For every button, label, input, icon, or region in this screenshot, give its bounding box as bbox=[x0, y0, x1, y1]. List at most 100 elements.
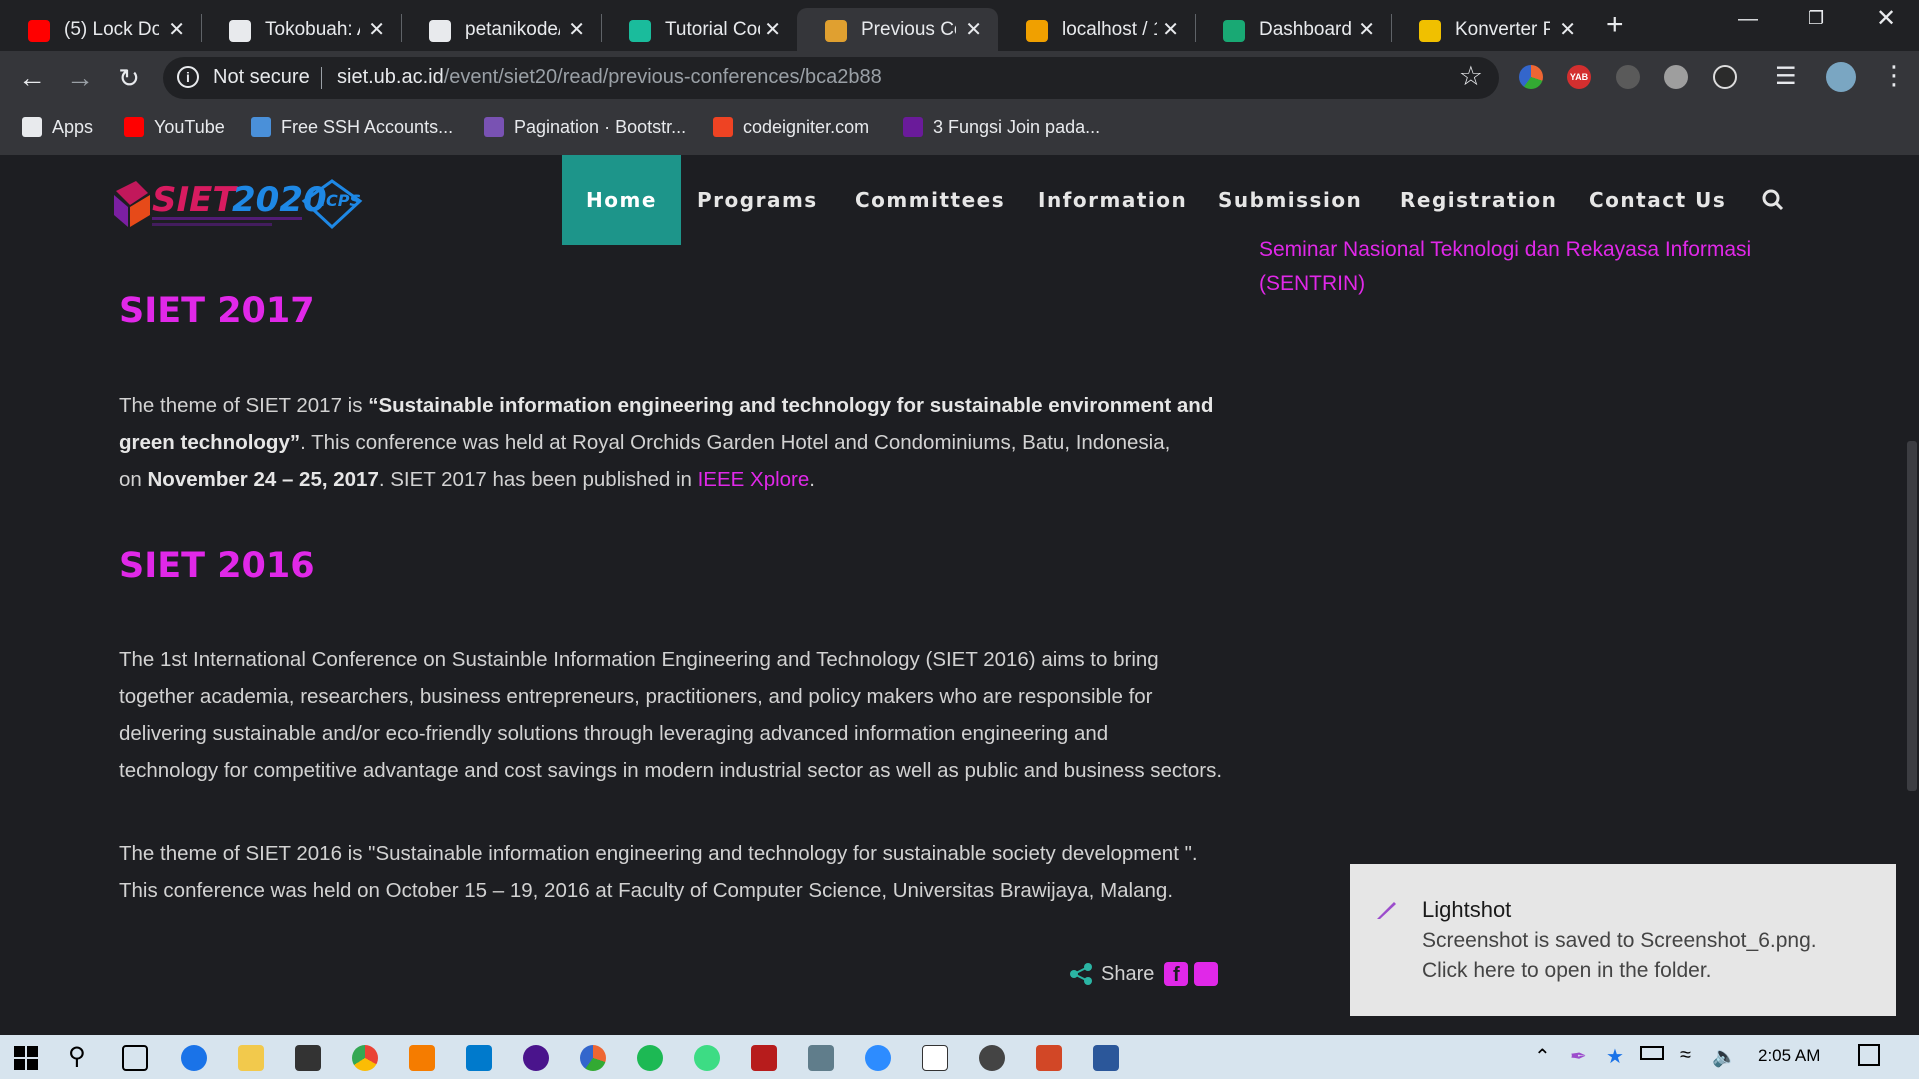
bookmark-item[interactable]: Free SSH Accounts... bbox=[251, 114, 453, 140]
extension-icon[interactable] bbox=[1616, 65, 1640, 89]
restore-button[interactable]: ❐ bbox=[1808, 8, 1824, 29]
profile-avatar[interactable] bbox=[1826, 62, 1856, 92]
wifi-icon[interactable]: ≈ bbox=[1680, 1044, 1691, 1067]
browser-tab[interactable]: Tokobuah: A ✕ bbox=[201, 8, 401, 51]
tab-title: Konverter PD bbox=[1455, 19, 1550, 40]
minimize-button[interactable]: — bbox=[1738, 8, 1758, 31]
vscode-icon[interactable] bbox=[466, 1045, 492, 1071]
battery-icon[interactable] bbox=[1640, 1046, 1664, 1060]
zoom-icon[interactable] bbox=[865, 1045, 891, 1071]
nav-contact-us[interactable]: Contact Us bbox=[1589, 155, 1726, 245]
xampp-icon[interactable] bbox=[409, 1045, 435, 1071]
nav-registration[interactable]: Registration bbox=[1400, 155, 1557, 245]
settings-icon[interactable] bbox=[979, 1045, 1005, 1071]
android-studio-icon[interactable] bbox=[694, 1045, 720, 1071]
bookmark-item[interactable]: YouTube bbox=[124, 114, 225, 140]
back-button[interactable]: ← bbox=[14, 60, 50, 96]
browser-tab[interactable]: localhost / 1 ✕ bbox=[998, 8, 1195, 51]
bookmark-item[interactable]: Pagination · Bootstr... bbox=[484, 114, 686, 140]
bookmark-item[interactable]: 3 Fungsi Join pada... bbox=[903, 114, 1100, 140]
text-line: together academia, researchers, business… bbox=[119, 685, 1153, 708]
info-icon[interactable]: i bbox=[177, 66, 199, 88]
sidebar-link-sentrin[interactable]: Seminar Nasional Teknologi dan Rekayasa … bbox=[1259, 238, 1751, 262]
bookmark-item[interactable]: codeigniter.com bbox=[713, 114, 869, 140]
close-window-button[interactable]: ✕ bbox=[1876, 4, 1896, 33]
edge-icon[interactable] bbox=[181, 1045, 207, 1071]
chevron-up-icon[interactable]: ⌃ bbox=[1534, 1044, 1551, 1069]
siet-logo[interactable]: SIET 2020 ICPS bbox=[108, 171, 398, 233]
close-tab-icon[interactable]: ✕ bbox=[568, 17, 585, 42]
tab-title: petanikode/ bbox=[465, 19, 560, 40]
bluetooth-icon[interactable]: ★ bbox=[1606, 1044, 1624, 1069]
browser-tab[interactable]: Dashboard ✕ bbox=[1195, 8, 1391, 51]
github-icon bbox=[429, 20, 451, 42]
media-control-icon[interactable]: ☰ bbox=[1775, 62, 1797, 91]
close-tab-icon[interactable]: ✕ bbox=[1162, 17, 1179, 42]
extension-icon[interactable] bbox=[1713, 65, 1737, 89]
bookmark-item[interactable]: Apps bbox=[22, 114, 93, 140]
lightshot-notification[interactable]: Lightshot Screenshot is saved to Screens… bbox=[1350, 864, 1896, 1016]
share-bar: Share f bbox=[1069, 962, 1219, 986]
store-icon[interactable] bbox=[295, 1045, 321, 1071]
paragraph-siet-2016-intro: The 1st International Conference on Sust… bbox=[119, 641, 1239, 789]
browser-tab[interactable]: Previous Cor ✕ bbox=[797, 8, 998, 51]
clock[interactable]: 2:05 AM bbox=[1758, 1046, 1820, 1066]
search-icon[interactable]: ⚲ bbox=[68, 1042, 86, 1071]
codeigniter-icon bbox=[713, 117, 733, 137]
lightshot-tray-icon[interactable]: ✒ bbox=[1570, 1044, 1587, 1069]
text-line: This conference was held on October 15 –… bbox=[119, 879, 1174, 902]
nav-submission[interactable]: Submission bbox=[1218, 155, 1362, 245]
twitter-icon[interactable] bbox=[1194, 962, 1219, 986]
new-tab-button[interactable]: + bbox=[1606, 8, 1624, 42]
close-tab-icon[interactable]: ✕ bbox=[1559, 17, 1576, 42]
app-icon[interactable] bbox=[922, 1045, 948, 1071]
tab-title: localhost / 1 bbox=[1062, 19, 1157, 40]
close-tab-icon[interactable]: ✕ bbox=[965, 17, 982, 42]
file-explorer-icon[interactable] bbox=[238, 1045, 264, 1071]
taskbar bbox=[0, 1035, 1919, 1079]
notification-center-icon[interactable] bbox=[1858, 1044, 1880, 1066]
reload-button[interactable]: ↻ bbox=[111, 60, 147, 96]
app-icon[interactable] bbox=[580, 1045, 606, 1071]
spotify-icon[interactable] bbox=[637, 1045, 663, 1071]
nav-committees[interactable]: Committees bbox=[855, 155, 1005, 245]
chrome-icon[interactable] bbox=[352, 1045, 378, 1071]
text-line: delivering sustainable and/or eco-friend… bbox=[119, 722, 1109, 745]
close-tab-icon[interactable]: ✕ bbox=[1358, 17, 1375, 42]
browser-tab[interactable]: petanikode/ ✕ bbox=[401, 8, 601, 51]
filezilla-icon[interactable] bbox=[751, 1045, 777, 1071]
browser-tab[interactable]: Konverter PD ✕ bbox=[1391, 8, 1592, 51]
close-tab-icon[interactable]: ✕ bbox=[168, 17, 185, 42]
word-icon[interactable] bbox=[1093, 1045, 1119, 1071]
windows-start-icon[interactable] bbox=[14, 1046, 38, 1070]
close-tab-icon[interactable]: ✕ bbox=[368, 17, 385, 42]
security-label[interactable]: Not secure bbox=[213, 66, 310, 89]
link-ieee-xplore[interactable]: IEEE Xplore bbox=[698, 468, 810, 491]
close-tab-icon[interactable]: ✕ bbox=[764, 17, 781, 42]
nav-home[interactable]: Home bbox=[562, 155, 681, 245]
browser-tab[interactable]: (5) Lock Dow ✕ bbox=[0, 8, 201, 51]
search-icon[interactable] bbox=[1762, 189, 1784, 211]
task-view-icon[interactable] bbox=[122, 1045, 148, 1071]
scrollbar-thumb[interactable] bbox=[1907, 441, 1917, 791]
globe-extension-icon[interactable] bbox=[1664, 65, 1688, 89]
facebook-icon[interactable]: f bbox=[1164, 962, 1189, 986]
forward-button[interactable]: → bbox=[62, 60, 98, 96]
yab-extension-icon[interactable]: YAB bbox=[1567, 65, 1591, 89]
paragraph-siet-2016-theme: The theme of SIET 2016 is "Sustainable i… bbox=[119, 835, 1239, 909]
app-icon[interactable] bbox=[808, 1045, 834, 1071]
menu-icon[interactable]: ⋮ bbox=[1881, 60, 1907, 91]
app-icon[interactable] bbox=[523, 1045, 549, 1071]
powerpoint-icon[interactable] bbox=[1036, 1045, 1062, 1071]
extension-icon[interactable] bbox=[1519, 65, 1543, 89]
bookmark-star-icon[interactable]: ☆ bbox=[1459, 61, 1483, 92]
url-text[interactable]: siet.ub.ac.id/event/siet20/read/previous… bbox=[337, 66, 882, 89]
browser-tab[interactable]: Tutorial Cod ✕ bbox=[601, 8, 797, 51]
volume-icon[interactable]: 🔈 bbox=[1712, 1044, 1737, 1069]
address-bar[interactable]: i Not secure siet.ub.ac.id/event/siet20/… bbox=[163, 57, 1499, 99]
sidebar-link-sentrin-2[interactable]: (SENTRIN) bbox=[1259, 272, 1365, 296]
nav-programs[interactable]: Programs bbox=[697, 155, 818, 245]
lightshot-feather-icon bbox=[1377, 902, 1396, 919]
nav-information[interactable]: Information bbox=[1038, 155, 1187, 245]
bookmark-label: Free SSH Accounts... bbox=[281, 116, 454, 137]
